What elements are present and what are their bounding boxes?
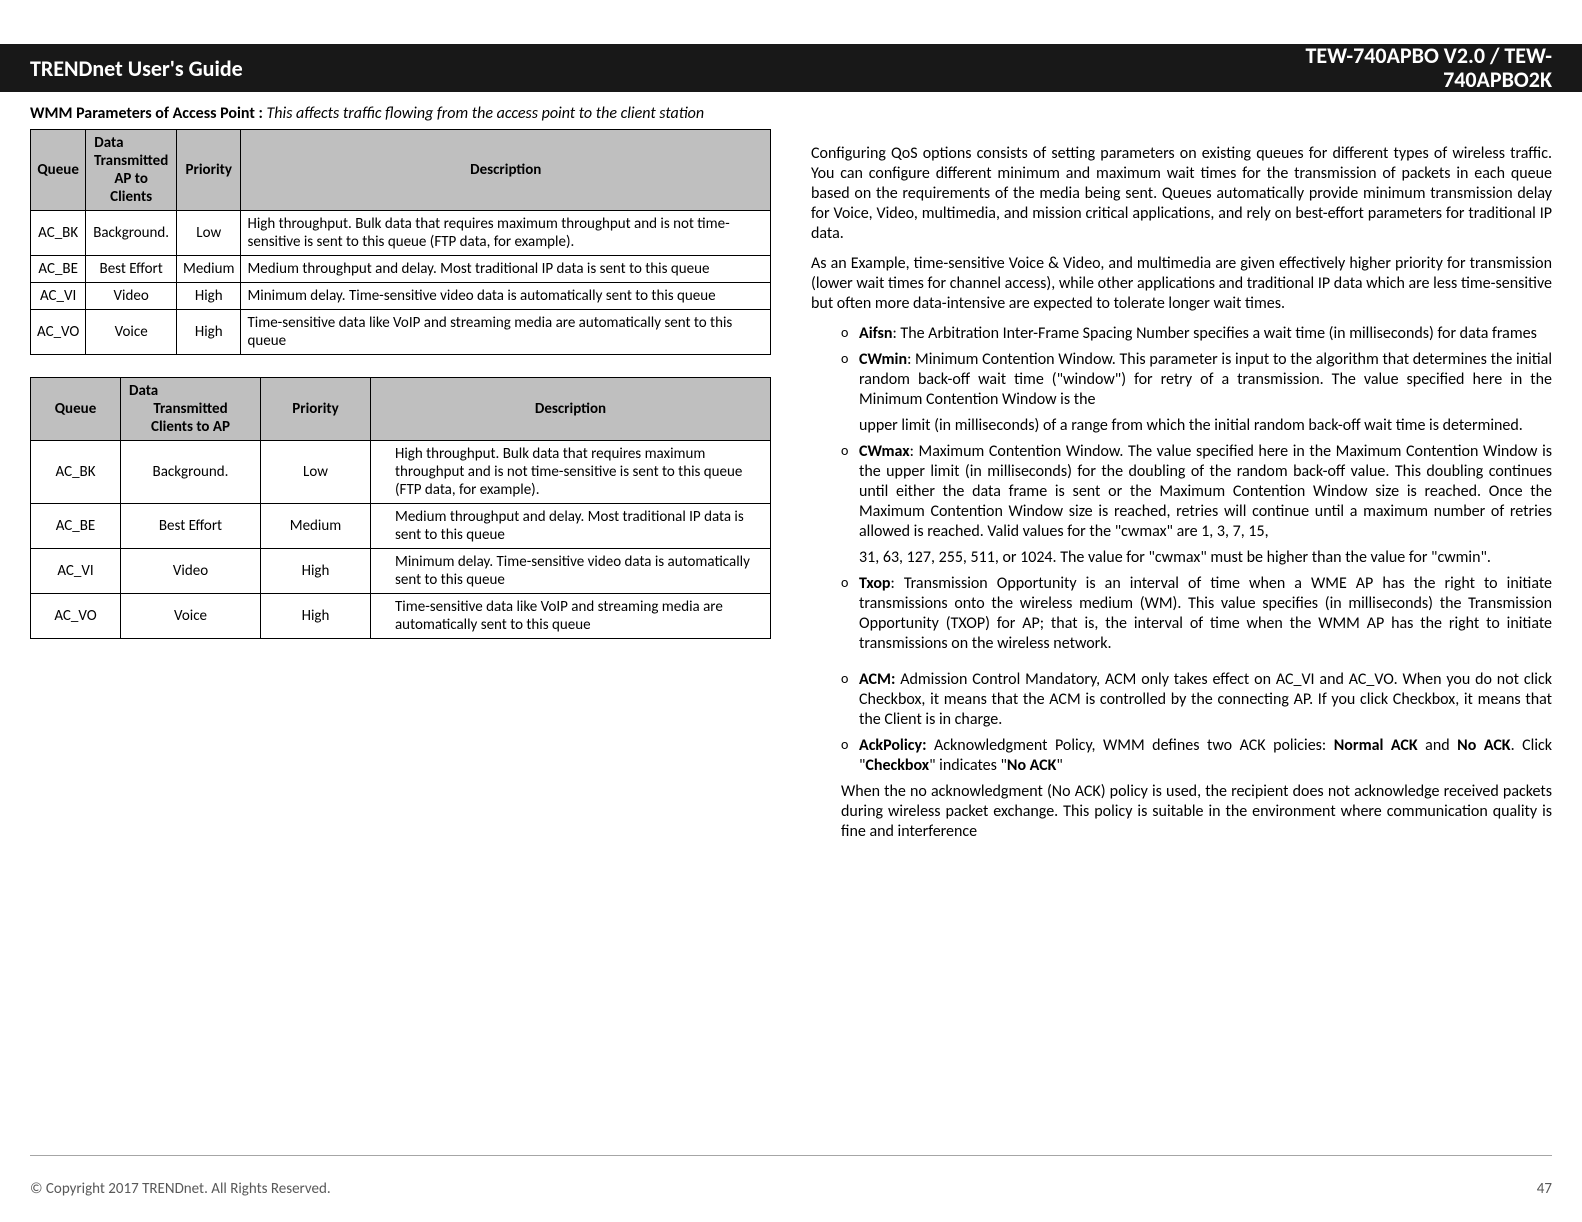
bullet-ackpolicy: AckPolicy: Acknowledgment Policy, WMM de…	[841, 736, 1552, 776]
bullet-list: Aifsn: The Arbitration Inter-Frame Spaci…	[811, 324, 1552, 776]
right-column: Configuring QoS options consists of sett…	[811, 104, 1552, 1152]
wmm-intro: WMM Parameters of Access Point : This af…	[30, 104, 771, 123]
table-row: AC_VIVideoHighMinimum delay. Time-sensit…	[31, 283, 771, 310]
content-area: WMM Parameters of Access Point : This af…	[30, 104, 1552, 1152]
th-priority: Priority	[261, 378, 371, 441]
wmm-intro-lead: WMM Parameters of Access Point :	[30, 104, 263, 123]
th-description: Description	[241, 130, 771, 211]
th-queue: Queue	[31, 378, 121, 441]
qos-para1: Configuring QoS options consists of sett…	[811, 144, 1552, 244]
footer-copyright: © Copyright 2017 TRENDnet. All Rights Re…	[30, 1180, 331, 1198]
table-header-row: Queue Data Transmitted Clients to AP Pri…	[31, 378, 771, 441]
table-row: AC_BEBest EffortMediumMedium throughput …	[31, 504, 771, 549]
bullet-cwmin-extra: upper limit (in milliseconds) of a range…	[841, 416, 1552, 436]
bullet-cwmax-extra: 31, 63, 127, 255, 511, or 1024. The valu…	[841, 548, 1552, 568]
header-title-right: TEW-740APBO V2.0 / TEW- 740APBO2K	[1306, 44, 1552, 92]
wmm-intro-text: This affects traffic flowing from the ac…	[263, 104, 704, 123]
th-data: Data Transmitted Clients to AP	[121, 378, 261, 441]
table-row: AC_BKBackground.LowHigh throughput. Bulk…	[31, 211, 771, 256]
table-row: AC_VIVideoHighMinimum delay. Time-sensit…	[31, 549, 771, 594]
th-priority: Priority	[177, 130, 241, 211]
table-row: AC_VOVoiceHighTime-sensitive data like V…	[31, 310, 771, 355]
table-header-row: Queue Data Transmitted AP to Clients Pri…	[31, 130, 771, 211]
table-clients-to-ap: Queue Data Transmitted Clients to AP Pri…	[30, 377, 771, 639]
bullet-acm: ACM: Admission Control Mandatory, ACM on…	[841, 670, 1552, 730]
bullet-txop: Txop: Transmission Opportunity is an int…	[841, 574, 1552, 654]
table-row: AC_VOVoiceHighTime-sensitive data like V…	[31, 594, 771, 639]
qos-para2: As an Example, time-sensitive Voice & Vi…	[811, 254, 1552, 314]
header-title-left: TRENDnet User's Guide	[30, 55, 243, 82]
footer-page-number: 47	[1537, 1180, 1552, 1198]
bullet-aifsn: Aifsn: The Arbitration Inter-Frame Spaci…	[841, 324, 1552, 344]
footer: © Copyright 2017 TRENDnet. All Rights Re…	[30, 1180, 1552, 1198]
trailing-paragraph: When the no acknowledgment (No ACK) poli…	[811, 782, 1552, 842]
footer-divider	[30, 1155, 1552, 1156]
table-row: AC_BKBackground.LowHigh throughput. Bulk…	[31, 441, 771, 504]
th-description: Description	[371, 378, 771, 441]
left-column: WMM Parameters of Access Point : This af…	[30, 104, 771, 1152]
table-ap-to-clients: Queue Data Transmitted AP to Clients Pri…	[30, 129, 771, 355]
table-row: AC_BEBest EffortMediumMedium throughput …	[31, 256, 771, 283]
th-data: Data Transmitted AP to Clients	[86, 130, 177, 211]
th-queue: Queue	[31, 130, 86, 211]
bullet-cwmax: CWmax: Maximum Contention Window. The va…	[841, 442, 1552, 542]
bullet-cwmin: CWmin: Minimum Contention Window. This p…	[841, 350, 1552, 410]
document-header: TRENDnet User's Guide TEW-740APBO V2.0 /…	[0, 44, 1582, 92]
